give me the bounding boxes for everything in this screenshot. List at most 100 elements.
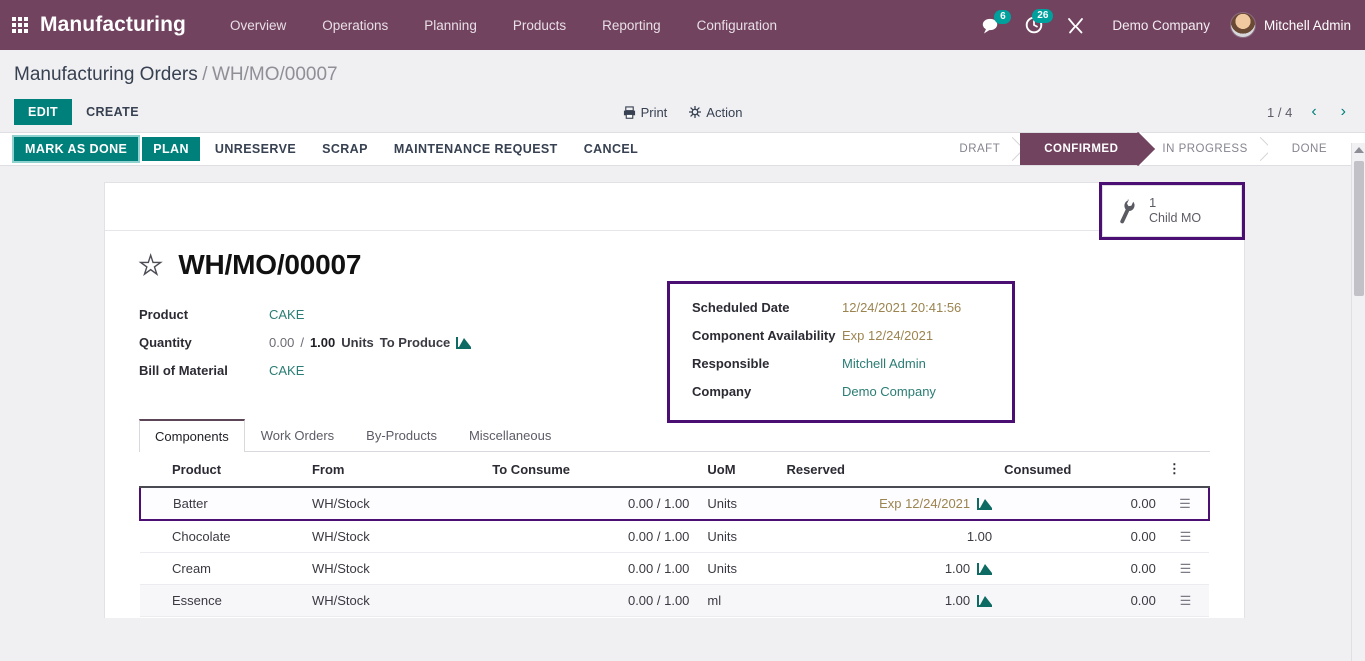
debug-menu-button[interactable] — [1055, 17, 1096, 34]
field-company-value[interactable]: Demo Company — [842, 384, 936, 399]
row-options-button[interactable]: ☰ — [1161, 486, 1211, 521]
table-row[interactable]: Chocolate WH/Stock 0.00 / 1.00 Units 1.0… — [140, 520, 1209, 553]
cell-reserved[interactable]: 1.00 — [780, 520, 999, 553]
cell-to-consume[interactable]: 0.00 / 1.00 — [486, 520, 696, 553]
cell-product[interactable]: Batter — [139, 486, 306, 521]
forecast-graph-icon[interactable] — [456, 336, 472, 349]
forecast-graph-icon[interactable] — [977, 594, 993, 607]
field-product-value[interactable]: CAKE — [269, 307, 304, 322]
cell-consumed[interactable]: 0.00 — [998, 520, 1162, 553]
stage-in-progress[interactable]: IN PROGRESS — [1138, 133, 1268, 165]
cell-consumed[interactable]: 0.00 — [998, 486, 1162, 521]
forecast-graph-icon[interactable] — [977, 497, 993, 510]
cancel-button[interactable]: CANCEL — [573, 137, 649, 161]
cell-from[interactable]: WH/Stock — [305, 520, 487, 553]
col-header-consumed[interactable]: Consumed — [998, 452, 1162, 488]
cell-uom[interactable]: Units — [695, 486, 781, 521]
scrap-button[interactable]: SCRAP — [311, 137, 379, 161]
pager-next-button[interactable]: › — [1336, 104, 1351, 120]
app-title[interactable]: Manufacturing — [40, 13, 186, 37]
cell-reserved[interactable]: 1.00 — [780, 584, 999, 617]
cell-uom[interactable]: ml — [695, 584, 781, 617]
forecast-graph-icon[interactable] — [977, 562, 993, 575]
cell-uom[interactable]: Units — [695, 520, 781, 553]
cell-from[interactable]: WH/Stock — [305, 486, 487, 521]
star-icon[interactable]: ★ — [138, 251, 163, 278]
menu-item-reporting[interactable]: Reporting — [584, 12, 679, 39]
stage-draft[interactable]: DRAFT — [945, 133, 1021, 165]
cell-reserved[interactable]: 1.00 — [780, 552, 999, 585]
company-switcher[interactable]: Demo Company — [1096, 18, 1226, 33]
tab-components[interactable]: Components — [139, 419, 245, 452]
table-row[interactable]: Essence WH/Stock 0.00 / 1.00 ml 1.00 0.0… — [140, 584, 1209, 617]
form-body: ★ WH/MO/00007 Product CAKE Quantity 0.00… — [105, 231, 1244, 618]
unreserve-button[interactable]: UNRESERVE — [204, 137, 307, 161]
row-options-button[interactable]: ☰ — [1161, 584, 1209, 617]
components-table-body: Batter WH/Stock 0.00 / 1.00 Units Exp 12… — [139, 486, 1211, 618]
menu-item-operations[interactable]: Operations — [304, 12, 406, 39]
stage-done[interactable]: DONE — [1267, 133, 1347, 165]
action-menu[interactable]: Action — [689, 105, 742, 120]
plan-button[interactable]: PLAN — [142, 137, 200, 161]
cell-reserved[interactable]: Exp 12/24/2021 — [780, 486, 999, 521]
menu-item-configuration[interactable]: Configuration — [679, 12, 795, 39]
cell-to-consume[interactable]: 0.00 / 1.00 — [486, 552, 696, 585]
col-header-from[interactable]: From — [305, 452, 487, 488]
table-row[interactable]: Batter WH/Stock 0.00 / 1.00 Units Exp 12… — [139, 486, 1211, 521]
col-header-reserved[interactable]: Reserved — [780, 452, 999, 488]
cell-from[interactable]: WH/Stock — [305, 584, 487, 617]
edit-button[interactable]: EDIT — [14, 99, 73, 125]
cell-product[interactable]: Essence — [140, 584, 306, 617]
apps-grid-icon[interactable] — [12, 17, 28, 33]
cell-consumed[interactable]: 0.00 — [998, 616, 1162, 618]
scroll-up-arrow-icon[interactable] — [1353, 147, 1364, 153]
mark-as-done-button[interactable]: MARK AS DONE — [14, 137, 139, 161]
col-header-to-consume[interactable]: To Consume — [486, 452, 696, 488]
cell-consumed[interactable]: 0.00 — [998, 584, 1162, 617]
row-options-button[interactable]: ☰ — [1161, 616, 1209, 618]
table-row[interactable]: Tetra pack WH/Stock 0.00 / 1.00 Units 1.… — [140, 616, 1209, 618]
cell-to-consume[interactable]: 0.00 / 1.00 — [486, 616, 696, 618]
cell-product[interactable]: Cream — [140, 552, 306, 585]
create-button[interactable]: CREATE — [72, 99, 153, 125]
cell-from[interactable]: WH/Stock — [305, 552, 487, 585]
field-scheduled-date-value[interactable]: 12/24/2021 20:41:56 — [842, 300, 961, 315]
scrollbar-thumb[interactable] — [1354, 161, 1364, 296]
page-title: WH/MO/00007 — [178, 249, 362, 280]
vertical-scrollbar[interactable] — [1351, 143, 1365, 661]
pager-previous-button[interactable]: ‹ — [1306, 104, 1321, 120]
maintenance-request-button[interactable]: MAINTENANCE REQUEST — [383, 137, 569, 161]
breadcrumb-root[interactable]: Manufacturing Orders — [14, 64, 198, 85]
components-table-head: Product From To Consume UoM Reserved Con… — [140, 452, 1209, 488]
avatar — [1229, 12, 1256, 38]
user-menu[interactable]: Mitchell Admin — [1226, 12, 1351, 38]
tab-miscellaneous[interactable]: Miscellaneous — [453, 419, 567, 452]
row-options-button[interactable]: ☰ — [1161, 520, 1209, 553]
menu-item-overview[interactable]: Overview — [212, 12, 304, 39]
menu-item-products[interactable]: Products — [495, 12, 584, 39]
col-header-uom[interactable]: UoM — [695, 452, 781, 488]
print-menu[interactable]: Print — [623, 105, 667, 120]
cell-uom[interactable]: Units — [695, 616, 781, 618]
field-responsible-value[interactable]: Mitchell Admin — [842, 356, 926, 371]
cell-consumed[interactable]: 0.00 — [998, 552, 1162, 585]
stage-confirmed[interactable]: CONFIRMED — [1020, 133, 1139, 165]
cell-to-consume[interactable]: 0.00 / 1.00 — [486, 584, 696, 617]
table-row[interactable]: Cream WH/Stock 0.00 / 1.00 Units 1.00 0.… — [140, 552, 1209, 585]
child-mo-stat-button[interactable]: 1 Child MO — [1102, 185, 1242, 237]
field-bom-value[interactable]: CAKE — [269, 363, 304, 378]
cell-uom[interactable]: Units — [695, 552, 781, 585]
cell-product[interactable]: Tetra pack — [140, 616, 306, 618]
cell-reserved[interactable]: 1.00 — [780, 616, 999, 618]
cell-from[interactable]: WH/Stock — [305, 616, 487, 618]
messages-button[interactable]: 6 — [970, 9, 1013, 34]
cell-product[interactable]: Chocolate — [140, 520, 306, 553]
menu-item-planning[interactable]: Planning — [406, 12, 495, 39]
column-options-icon[interactable]: ⋮ — [1161, 452, 1209, 488]
tab-work-orders[interactable]: Work Orders — [245, 419, 350, 452]
col-header-product[interactable]: Product — [140, 452, 306, 488]
cell-to-consume[interactable]: 0.00 / 1.00 — [486, 486, 696, 521]
tab-by-products[interactable]: By-Products — [350, 419, 453, 452]
row-options-button[interactable]: ☰ — [1161, 552, 1209, 585]
activities-button[interactable]: 26 — [1013, 9, 1055, 34]
